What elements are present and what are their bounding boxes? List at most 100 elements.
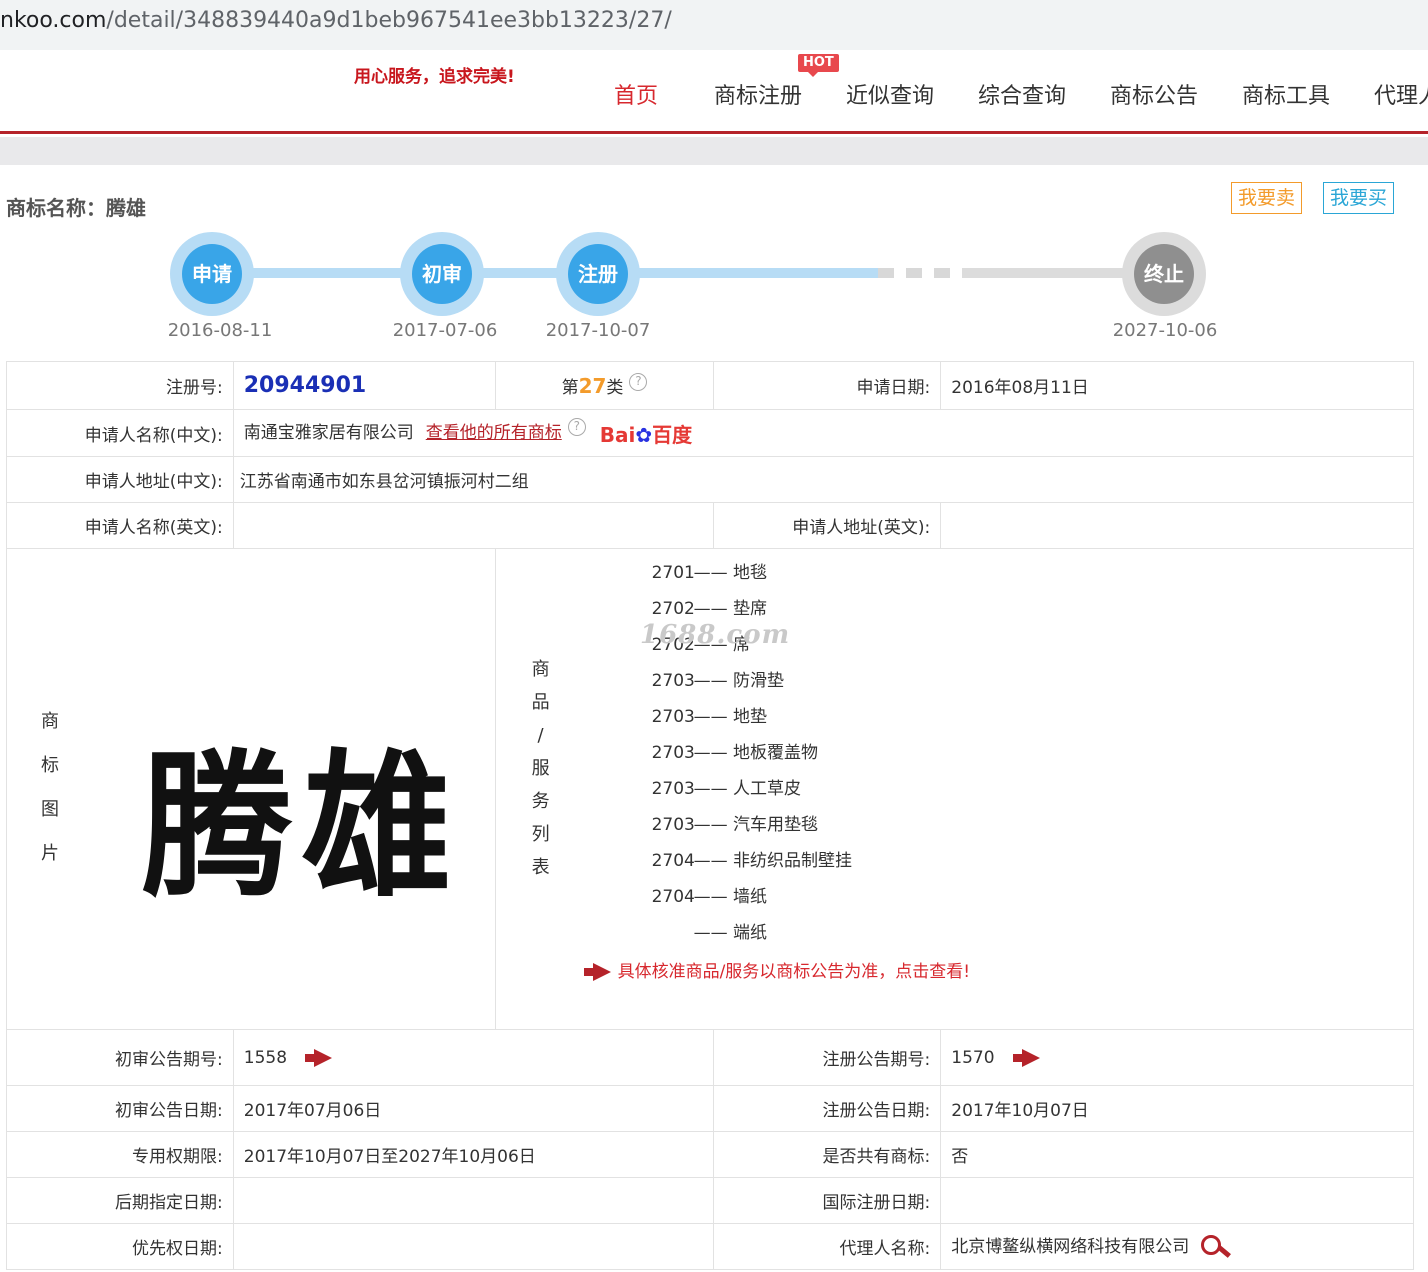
shared-value: 否 (940, 1131, 1414, 1178)
table-row: 后期指定日期: 国际注册日期: (6, 1177, 1414, 1224)
search-icon[interactable] (1199, 1233, 1231, 1261)
table-row: 申请人名称(中文): 南通宝雅家居有限公司 查看他的所有商标? Bai✿百度 (6, 409, 1415, 457)
url-text[interactable]: nkoo.com/detail/348839440a9d1beb967541ee… (0, 8, 672, 33)
later-date-label: 后期指定日期: (6, 1177, 234, 1224)
table-row: 申请人地址(中文): 江苏省南通市如东县岔河镇振河村二组 (6, 456, 1415, 503)
class-number: 27 (578, 374, 607, 398)
baidu-search-logo[interactable]: Bai✿百度 (600, 419, 692, 448)
address-cn-label: 申请人地址(中文): (6, 456, 234, 503)
reg-pub-no-value: 1570 (940, 1029, 1414, 1086)
nav-similar-search[interactable]: 近似查询 (846, 78, 934, 110)
reg-no-value: 20944901 (232, 361, 496, 410)
help-icon[interactable]: ? (629, 373, 648, 391)
megaphone-icon[interactable] (1012, 1049, 1043, 1067)
apply-date-value: 2016年08月11日 (940, 361, 1414, 410)
later-date-value (232, 1177, 715, 1224)
site-slogan: 用心服务，追求完美! (354, 67, 515, 87)
applicant-en-value (232, 502, 715, 549)
timeline-dash (878, 268, 894, 278)
trademark-name: 腾雄 (106, 196, 146, 220)
applicant-en-label: 申请人名称(英文): (6, 502, 234, 549)
priority-label: 优先权日期: (6, 1223, 234, 1270)
nav-agent[interactable]: 代理人 (1374, 78, 1428, 110)
hot-badge: HOT (798, 54, 839, 77)
timeline-dash (934, 268, 950, 278)
table-row: 优先权日期: 代理人名称: 北京博鳌纵横网络科技有限公司 (6, 1223, 1414, 1270)
reg-pub-date-value: 2017年10月07日 (940, 1085, 1414, 1132)
megaphone-icon (583, 963, 614, 981)
watermark: 1688.com (640, 620, 791, 650)
trademark-image: 商 标 图 片 腾雄 (7, 550, 495, 1028)
megaphone-icon[interactable] (305, 1049, 335, 1067)
sell-button[interactable]: 我要卖 (1231, 182, 1303, 214)
table-row: 初审公告期号: 1558 注册公告期号: 1570 (6, 1029, 1414, 1086)
class-cell: 第27类? (494, 361, 715, 410)
goods-cell: 商 品 / 服 务 列 表 2701—— 地毯 2702—— 垫席 2702——… (494, 548, 1415, 1030)
timeline-node-prelim: 初审 (400, 232, 484, 316)
view-all-trademarks-link[interactable]: 查看他的所有商标 (426, 423, 562, 443)
trademark-title: 商标名称：腾雄 (6, 196, 146, 220)
list-item: 2703—— 地板覆盖物 (651, 743, 818, 763)
intl-date-label: 国际注册日期: (713, 1177, 942, 1224)
list-item: 2703—— 人工草皮 (651, 779, 801, 799)
nav-comprehensive-search[interactable]: 综合查询 (978, 78, 1066, 110)
priority-value (232, 1223, 715, 1270)
table-row: 注册号: 20944901 第27类? 申请日期: 2016年08月11日 (6, 361, 1414, 410)
apply-date-label: 申请日期: (713, 361, 942, 410)
nav-trademark-announcement[interactable]: 商标公告 (1110, 78, 1198, 110)
timeline-node-expire: 终止 (1122, 232, 1206, 316)
timeline-progress-line (210, 268, 880, 278)
site-header: 用心服务，追求完美! HOT 首页 商标注册 近似查询 综合查询 商标公告 商标… (0, 54, 1428, 134)
list-item: 2703—— 汽车用垫毯 (651, 815, 818, 835)
reg-pub-date-label: 注册公告日期: (713, 1085, 942, 1132)
list-item: 2701—— 地毯 (651, 563, 767, 583)
list-item: 2704—— 墙纸 (651, 887, 767, 907)
trademark-image-text: 腾雄 (142, 734, 463, 920)
table-row: 申请人名称(英文): 申请人地址(英文): (6, 502, 1414, 549)
address-en-label: 申请人地址(英文): (713, 502, 942, 549)
timeline-dash (906, 268, 922, 278)
exclusive-label: 专用权期限: (6, 1131, 234, 1178)
header-divider-band (0, 137, 1428, 165)
nav-trademark-register[interactable]: 商标注册 (714, 78, 802, 110)
list-item: 2703—— 防滑垫 (651, 671, 784, 691)
reg-no-label: 注册号: (6, 361, 234, 410)
image-label-vertical: 商 标 图 片 (41, 711, 59, 864)
nav-home[interactable]: 首页 (614, 78, 658, 110)
reg-pub-no-label: 注册公告期号: (713, 1029, 942, 1086)
goods-list: 2701—— 地毯 2702—— 垫席 2702—— 席 2703—— 防滑垫 … (496, 549, 1413, 951)
timeline-date-register: 2017-10-07 (545, 320, 651, 341)
intl-date-value (940, 1177, 1414, 1224)
applicant-cn-value: 南通宝雅家居有限公司 查看他的所有商标? Bai✿百度 (232, 409, 1415, 457)
trademark-info-table: 注册号: 20944901 第27类? 申请日期: 2016年08月11日 申请… (6, 361, 1415, 1270)
prelim-no-value: 1558 (232, 1029, 715, 1086)
table-row: 初审公告日期: 2017年07月06日 注册公告日期: 2017年10月07日 (6, 1085, 1414, 1132)
prelim-date-label: 初审公告日期: (6, 1085, 234, 1132)
list-item: 2703—— 地垫 (651, 707, 767, 727)
help-icon[interactable]: ? (567, 418, 586, 437)
address-cn-value: 江苏省南通市如东县岔河镇振河村二组 (232, 456, 1415, 503)
status-timeline: 申请 初审 注册 终止 2016-08-11 2017-07-06 2017-1… (0, 228, 1428, 348)
prelim-date-value: 2017年07月06日 (232, 1085, 715, 1132)
prelim-no-label: 初审公告期号: (6, 1029, 234, 1086)
address-en-value (940, 502, 1414, 549)
timeline-node-register: 注册 (556, 232, 640, 316)
timeline-date-apply: 2016-08-11 (167, 320, 273, 341)
nav-trademark-tools[interactable]: 商标工具 (1242, 78, 1330, 110)
agent-value: 北京博鳌纵横网络科技有限公司 (940, 1223, 1414, 1270)
timeline-date-expire: 2027-10-06 (1112, 320, 1218, 341)
timeline-date-prelim: 2017-07-06 (392, 320, 498, 341)
agent-label: 代理人名称: (713, 1223, 942, 1270)
shared-label: 是否共有商标: (713, 1131, 942, 1178)
list-item: 2704—— 非纺织品制壁挂 (651, 851, 852, 871)
goods-notice-link[interactable]: 具体核准商品/服务以商标公告为准，点击查看! (583, 957, 1413, 982)
goods-label-vertical: 商 品 / 服 务 列 表 (531, 659, 550, 878)
buy-button[interactable]: 我要买 (1323, 182, 1395, 214)
list-item: —— 端纸 (693, 923, 767, 943)
exclusive-value: 2017年10月07日至2027年10月06日 (232, 1131, 715, 1178)
applicant-cn-label: 申请人名称(中文): (6, 409, 234, 457)
table-row: 专用权期限: 2017年10月07日至2027年10月06日 是否共有商标: 否 (6, 1131, 1414, 1178)
timeline-node-apply: 申请 (170, 232, 254, 316)
browser-url-bar[interactable]: nkoo.com/detail/348839440a9d1beb967541ee… (0, 0, 1428, 50)
trademark-image-cell: 商 标 图 片 腾雄 (6, 548, 496, 1030)
